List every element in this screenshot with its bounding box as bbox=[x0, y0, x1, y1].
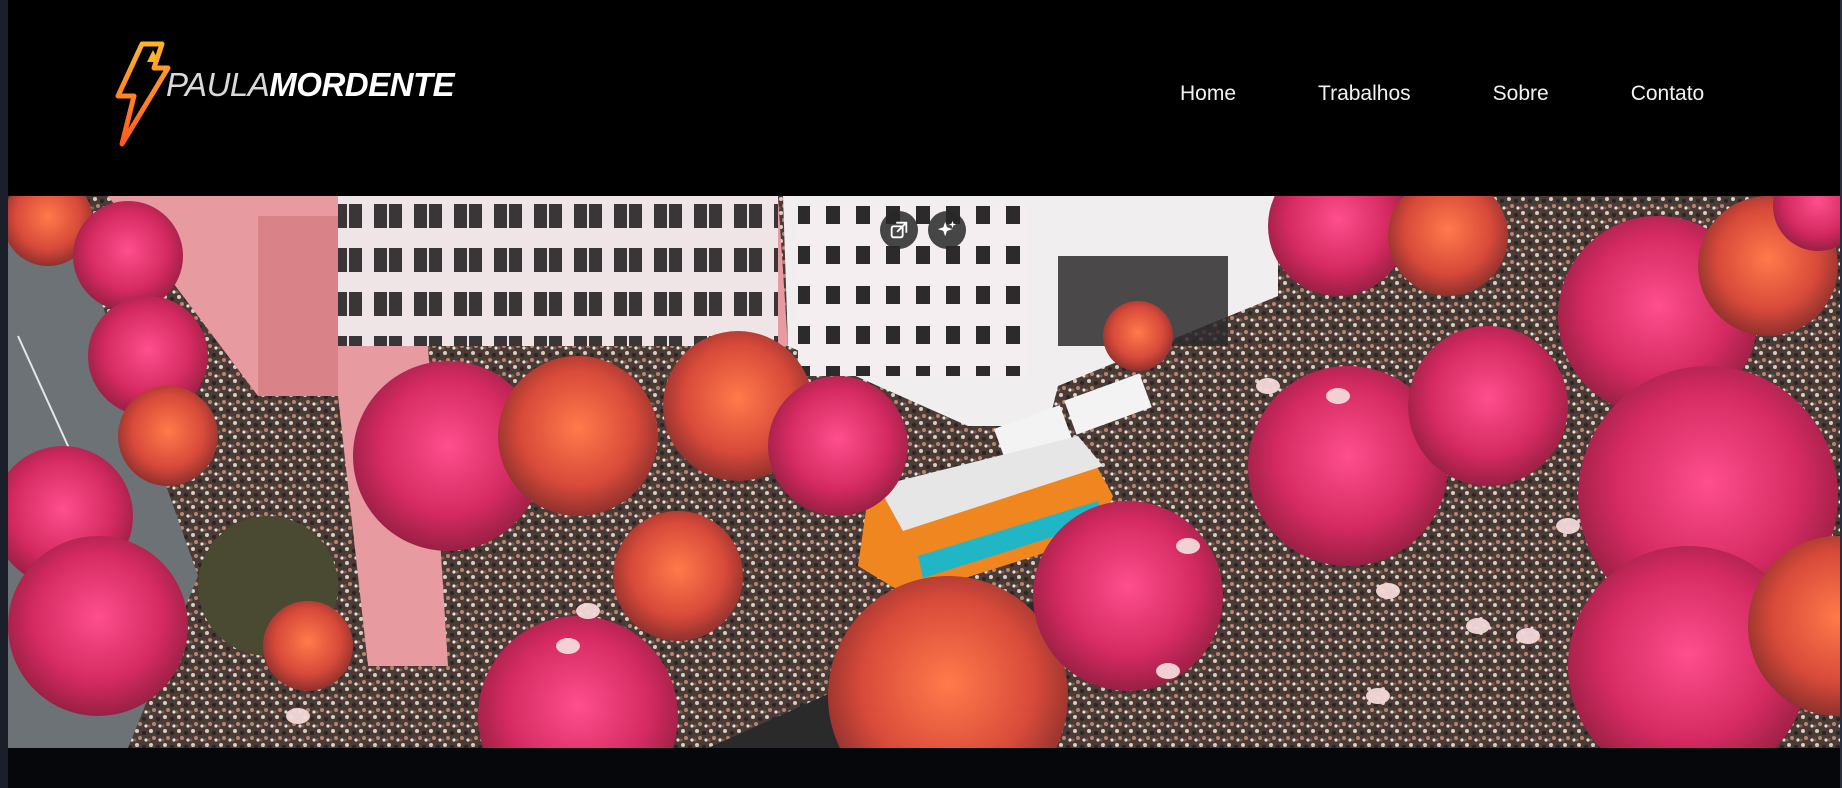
brand-name: PAULAMORDENTE bbox=[166, 66, 455, 104]
main-nav: Home Trabalhos Sobre Contato bbox=[1180, 82, 1704, 106]
brand-name-bold: MORDENTE bbox=[269, 66, 455, 103]
brand-logo[interactable]: PAULAMORDENTE bbox=[104, 40, 484, 150]
nav-sobre[interactable]: Sobre bbox=[1493, 82, 1549, 106]
lightning-bolt-icon bbox=[115, 41, 171, 147]
hero-banner bbox=[8, 196, 1840, 748]
brand-name-light: PAULA bbox=[166, 66, 270, 103]
bottom-bar bbox=[8, 748, 1840, 788]
sparkle-icon bbox=[937, 220, 957, 237]
open-external-button[interactable] bbox=[880, 211, 918, 249]
nav-trabalhos[interactable]: Trabalhos bbox=[1318, 82, 1411, 106]
open-external-icon bbox=[890, 221, 908, 239]
sparkle-button[interactable] bbox=[928, 211, 966, 249]
hero-image bbox=[8, 196, 1840, 748]
window-left-edge bbox=[0, 0, 8, 788]
nav-home[interactable]: Home bbox=[1180, 82, 1236, 106]
nav-contato[interactable]: Contato bbox=[1631, 82, 1705, 106]
site-header: PAULAMORDENTE Home Trabalhos Sobre Conta… bbox=[8, 0, 1840, 196]
